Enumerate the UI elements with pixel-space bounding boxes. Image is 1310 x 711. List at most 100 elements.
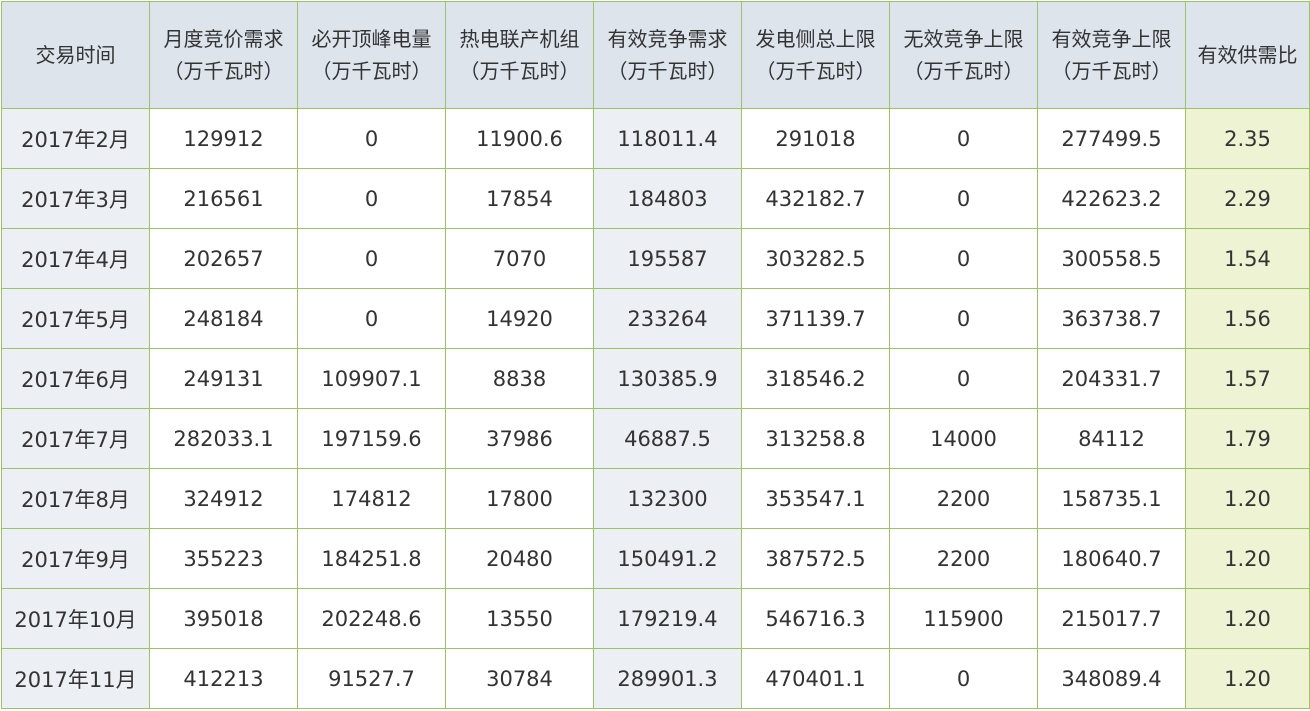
header-label: 发电侧总上限 — [755, 27, 876, 51]
table-cell-effective-cap: 363738.7 — [1037, 288, 1186, 349]
table-cell-effective-demand: 46887.5 — [593, 408, 742, 469]
table-cell-invalid-cap: 115900 — [889, 588, 1038, 649]
table-cell-must-run-peak: 0 — [297, 168, 446, 229]
table-cell-supply-demand-ratio: 1.20 — [1185, 588, 1310, 649]
table-row: 2017年10月 395018 202248.6 13550 179219.4 54671… — [1, 588, 1310, 649]
table-cell-must-run-peak: 202248.6 — [297, 588, 446, 649]
table-cell-supply-demand-ratio: 1.20 — [1185, 528, 1310, 589]
header-unit: （万千瓦时） — [459, 59, 580, 83]
table-row: 2017年2月 129912 0 11900.6 118011.4 291018 0 2774… — [1, 108, 1310, 169]
table-cell-chp-units: 30784 — [445, 648, 594, 709]
table-cell-monthly-bid-demand: 202657 — [149, 228, 298, 289]
table-cell-effective-cap: 348089.4 — [1037, 648, 1186, 709]
table-cell-generation-cap: 313258.8 — [741, 408, 890, 469]
header-unit: （万千瓦时） — [163, 59, 284, 83]
table-cell-must-run-peak: 0 — [297, 228, 446, 289]
table-cell-chp-units: 8838 — [445, 348, 594, 409]
table-cell-generation-cap: 353547.1 — [741, 468, 890, 529]
header-invalid-cap: 无效竞争上限 （万千瓦时） — [889, 1, 1038, 109]
table-row: 2017年7月 282033.1 197159.6 37986 46887.5 31325… — [1, 408, 1310, 469]
table-cell-monthly-bid-demand: 129912 — [149, 108, 298, 169]
table-cell-chp-units: 17800 — [445, 468, 594, 529]
table-row: 2017年3月 216561 0 17854 184803 432182.7 0 422623… — [1, 168, 1310, 229]
header-unit: （万千瓦时） — [1051, 59, 1172, 83]
header-monthly-bid-demand: 月度竞价需求 （万千瓦时） — [149, 1, 298, 109]
table-cell-effective-cap: 215017.7 — [1037, 588, 1186, 649]
table-cell-effective-cap: 204331.7 — [1037, 348, 1186, 409]
table-cell-effective-demand: 179219.4 — [593, 588, 742, 649]
table-cell-must-run-peak: 184251.8 — [297, 528, 446, 589]
table-cell-supply-demand-ratio: 1.56 — [1185, 288, 1310, 349]
table-cell-generation-cap: 291018 — [741, 108, 890, 169]
table-cell-supply-demand-ratio: 1.20 — [1185, 468, 1310, 529]
table-cell-invalid-cap: 14000 — [889, 408, 1038, 469]
header-label: 无效竞争上限 — [903, 27, 1024, 51]
table-cell-invalid-cap: 0 — [889, 228, 1038, 289]
header-label: 必开顶峰电量 — [311, 27, 432, 51]
table-cell-monthly-bid-demand: 249131 — [149, 348, 298, 409]
table-cell-effective-cap: 84112 — [1037, 408, 1186, 469]
table-cell-must-run-peak: 197159.6 — [297, 408, 446, 469]
table-cell-trade-time: 2017年9月 — [1, 528, 150, 589]
header-label: 有效竞争上限 — [1051, 27, 1172, 51]
table-row: 2017年11月 412213 91527.7 30784 289901.3 470401… — [1, 648, 1310, 709]
table-cell-invalid-cap: 0 — [889, 168, 1038, 229]
table-row: 2017年8月 324912 174812 17800 132300 353547.1 22… — [1, 468, 1310, 529]
table-body: 2017年2月 129912 0 11900.6 118011.4 291018 0 2774… — [1, 108, 1310, 709]
table-cell-invalid-cap: 0 — [889, 288, 1038, 349]
table-cell-must-run-peak: 109907.1 — [297, 348, 446, 409]
header-effective-demand: 有效竞争需求 （万千瓦时） — [593, 1, 742, 109]
header-label: 交易时间 — [35, 43, 116, 67]
table-cell-effective-demand: 195587 — [593, 228, 742, 289]
table-cell-supply-demand-ratio: 2.29 — [1185, 168, 1310, 229]
table-cell-generation-cap: 432182.7 — [741, 168, 890, 229]
table-cell-monthly-bid-demand: 395018 — [149, 588, 298, 649]
header-unit: （万千瓦时） — [903, 59, 1024, 83]
table-cell-supply-demand-ratio: 1.20 — [1185, 648, 1310, 709]
table-cell-monthly-bid-demand: 216561 — [149, 168, 298, 229]
table-cell-supply-demand-ratio: 1.54 — [1185, 228, 1310, 289]
header-row: 交易时间 月度竞价需求 （万千瓦时） 必开顶峰电量 （万千瓦时） 热电联产机组 （万千瓦时）… — [1, 1, 1310, 109]
table-cell-effective-demand: 150491.2 — [593, 528, 742, 589]
table-cell-chp-units: 37986 — [445, 408, 594, 469]
table-cell-effective-demand: 118011.4 — [593, 108, 742, 169]
header-label: 有效竞争需求 — [607, 27, 728, 51]
table-cell-must-run-peak: 0 — [297, 108, 446, 169]
header-label: 热电联产机组 — [459, 27, 580, 51]
table-cell-generation-cap: 387572.5 — [741, 528, 890, 589]
header-unit: （万千瓦时） — [755, 59, 876, 83]
table-cell-monthly-bid-demand: 282033.1 — [149, 408, 298, 469]
table-cell-effective-demand: 233264 — [593, 288, 742, 349]
table-row: 2017年9月 355223 184251.8 20480 150491.2 387572… — [1, 528, 1310, 589]
table-row: 2017年5月 248184 0 14920 233264 371139.7 0 363738… — [1, 288, 1310, 349]
table-cell-trade-time: 2017年4月 — [1, 228, 150, 289]
header-generation-cap: 发电侧总上限 （万千瓦时） — [741, 1, 890, 109]
table-cell-chp-units: 13550 — [445, 588, 594, 649]
table-cell-effective-cap: 158735.1 — [1037, 468, 1186, 529]
table-cell-trade-time: 2017年5月 — [1, 288, 150, 349]
table-cell-must-run-peak: 91527.7 — [297, 648, 446, 709]
table-cell-trade-time: 2017年2月 — [1, 108, 150, 169]
header-chp-units: 热电联产机组 （万千瓦时） — [445, 1, 594, 109]
table-cell-generation-cap: 546716.3 — [741, 588, 890, 649]
table-cell-generation-cap: 318546.2 — [741, 348, 890, 409]
table-header: 交易时间 月度竞价需求 （万千瓦时） 必开顶峰电量 （万千瓦时） 热电联产机组 （万千瓦时）… — [1, 1, 1310, 109]
table-cell-effective-cap: 277499.5 — [1037, 108, 1186, 169]
table-cell-supply-demand-ratio: 1.57 — [1185, 348, 1310, 409]
table-cell-trade-time: 2017年3月 — [1, 168, 150, 229]
header-label: 月度竞价需求 — [163, 27, 284, 51]
table-cell-effective-cap: 422623.2 — [1037, 168, 1186, 229]
table-cell-trade-time: 2017年10月 — [1, 588, 150, 649]
header-trade-time: 交易时间 — [1, 1, 150, 109]
header-label: 有效供需比 — [1197, 43, 1298, 67]
table-cell-effective-demand: 184803 — [593, 168, 742, 229]
table-cell-must-run-peak: 0 — [297, 288, 446, 349]
table-cell-invalid-cap: 0 — [889, 648, 1038, 709]
table-cell-trade-time: 2017年11月 — [1, 648, 150, 709]
table-cell-effective-cap: 180640.7 — [1037, 528, 1186, 589]
table-cell-monthly-bid-demand: 355223 — [149, 528, 298, 589]
table-cell-chp-units: 11900.6 — [445, 108, 594, 169]
table-cell-chp-units: 17854 — [445, 168, 594, 229]
table-cell-invalid-cap: 2200 — [889, 528, 1038, 589]
table-cell-invalid-cap: 0 — [889, 108, 1038, 169]
